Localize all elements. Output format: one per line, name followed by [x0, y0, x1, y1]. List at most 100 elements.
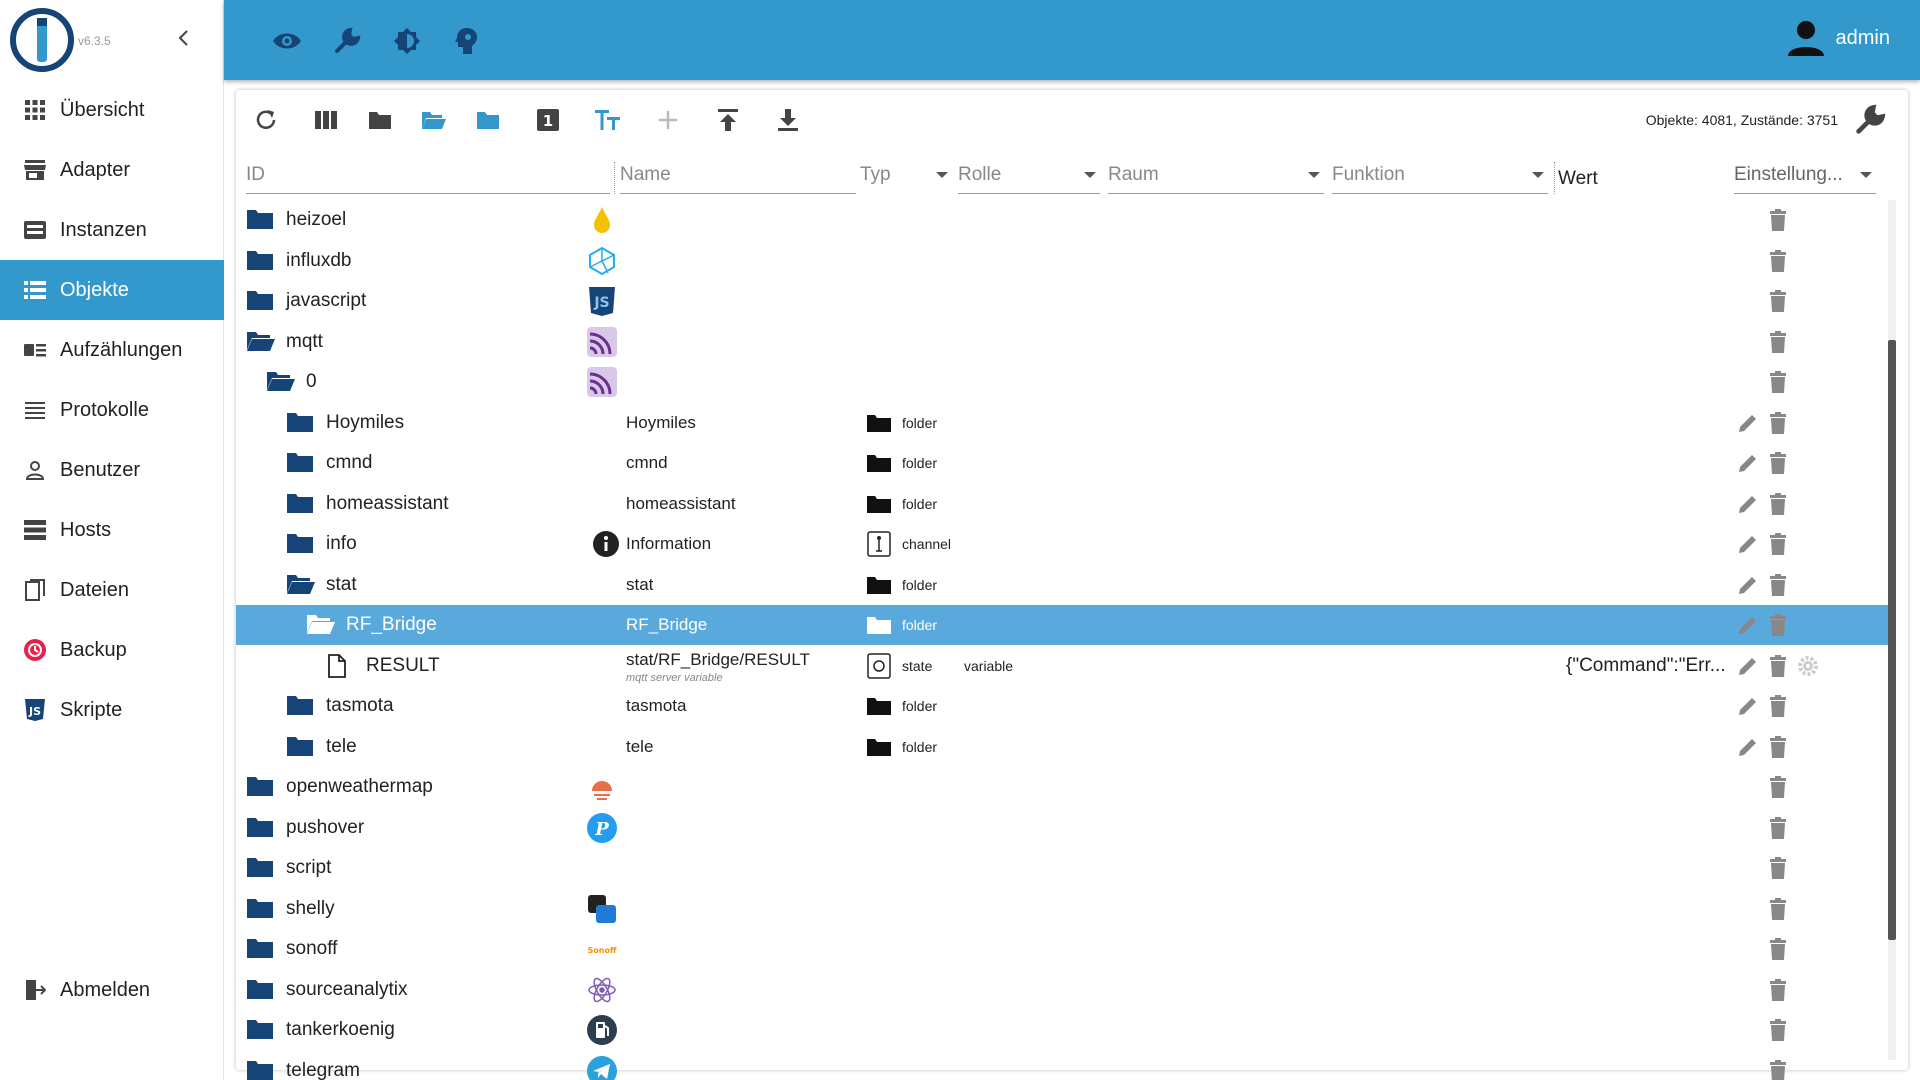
row-name[interactable]: homeassistant: [626, 494, 736, 514]
folder-open-icon[interactable]: [266, 370, 295, 394]
table-row[interactable]: sourceanalytix: [236, 970, 1890, 1010]
folder-icon[interactable]: [246, 937, 274, 961]
delete-icon[interactable]: [1766, 249, 1790, 273]
row-role[interactable]: variable: [964, 658, 1013, 674]
type-filter-select[interactable]: Typ: [860, 156, 952, 194]
sidebar-item-objekte[interactable]: Objekte: [0, 260, 224, 320]
logout[interactable]: Abmelden: [0, 960, 224, 1020]
sidebar-item-backup[interactable]: Backup: [0, 620, 224, 680]
delete-icon[interactable]: [1766, 937, 1790, 961]
table-row[interactable]: openweathermap: [236, 767, 1890, 807]
delete-icon[interactable]: [1766, 451, 1790, 475]
row-name[interactable]: Information: [626, 534, 711, 554]
scrollbar-thumb[interactable]: [1888, 340, 1896, 940]
function-filter-select[interactable]: Funktion: [1332, 156, 1548, 194]
brightness-icon[interactable]: [390, 24, 424, 58]
sidebar-item-adapter[interactable]: Adapter: [0, 140, 224, 200]
delete-icon[interactable]: [1766, 208, 1790, 232]
column-resizer[interactable]: [614, 162, 615, 194]
sidebar-item-protokolle[interactable]: Protokolle: [0, 380, 224, 440]
delete-icon[interactable]: [1766, 613, 1790, 637]
download-icon[interactable]: [772, 104, 804, 136]
gear-icon[interactable]: [1796, 654, 1820, 678]
folder-icon[interactable]: [286, 451, 314, 475]
row-name[interactable]: tasmota: [626, 696, 686, 716]
table-row[interactable]: shelly: [236, 889, 1890, 929]
add-icon[interactable]: [652, 104, 684, 136]
eye-icon[interactable]: [270, 24, 304, 58]
delete-icon[interactable]: [1766, 1018, 1790, 1042]
table-row[interactable]: pushover P: [236, 808, 1890, 848]
counter-icon[interactable]: 1: [532, 104, 564, 136]
table-row[interactable]: RF_Bridge RF_Bridge folder: [236, 605, 1890, 645]
chevron-left-icon[interactable]: [172, 26, 196, 50]
row-name[interactable]: cmnd: [626, 453, 668, 473]
folder-open-icon[interactable]: [286, 573, 315, 597]
role-filter-select[interactable]: Rolle: [958, 156, 1100, 194]
table-row[interactable]: Hoymiles Hoymiles folder: [236, 403, 1890, 443]
delete-icon[interactable]: [1766, 289, 1790, 313]
folder-icon[interactable]: [246, 249, 274, 273]
table-row[interactable]: heizoel: [236, 200, 1890, 240]
delete-icon[interactable]: [1766, 978, 1790, 1002]
edit-icon[interactable]: [1736, 694, 1760, 718]
columns-icon[interactable]: [310, 104, 342, 136]
head-icon[interactable]: [450, 24, 484, 58]
table-row[interactable]: influxdb: [236, 241, 1890, 281]
folder-icon[interactable]: [286, 492, 314, 516]
delete-icon[interactable]: [1766, 694, 1790, 718]
sidebar-item-benutzer[interactable]: Benutzer: [0, 440, 224, 500]
table-row[interactable]: RESULT stat/RF_Bridge/RESULT mqtt server v…: [236, 646, 1890, 686]
table-row[interactable]: sonoff Sonoff: [236, 929, 1890, 969]
table-row[interactable]: homeassistant homeassistant folder: [236, 484, 1890, 524]
table-row[interactable]: stat stat folder: [236, 565, 1890, 605]
folder-icon[interactable]: [246, 289, 274, 313]
table-row[interactable]: telegram: [236, 1051, 1890, 1080]
table-row[interactable]: script: [236, 848, 1890, 888]
delete-icon[interactable]: [1766, 573, 1790, 597]
folder-icon[interactable]: [246, 775, 274, 799]
row-name[interactable]: Hoymiles: [626, 413, 696, 433]
sidebar-item-hosts[interactable]: Hosts: [0, 500, 224, 560]
table-row[interactable]: tankerkoenig: [236, 1010, 1890, 1050]
folder-icon[interactable]: [364, 104, 396, 136]
sidebar-item-skripte[interactable]: JS Skripte: [0, 680, 224, 740]
folder-icon[interactable]: [246, 1018, 274, 1042]
edit-icon[interactable]: [1736, 573, 1760, 597]
text-size-icon[interactable]: [592, 104, 624, 136]
column-resizer[interactable]: [1554, 162, 1555, 194]
table-row[interactable]: mqtt: [236, 322, 1890, 362]
folder-icon[interactable]: [246, 897, 274, 921]
delete-icon[interactable]: [1766, 411, 1790, 435]
delete-icon[interactable]: [1766, 370, 1790, 394]
refresh-icon[interactable]: [250, 104, 282, 136]
delete-icon[interactable]: [1766, 735, 1790, 759]
delete-icon[interactable]: [1766, 897, 1790, 921]
wrench-icon[interactable]: [330, 24, 364, 58]
folder-icon[interactable]: [286, 735, 314, 759]
table-row[interactable]: javascript JS: [236, 281, 1890, 321]
folder-icon[interactable]: [286, 694, 314, 718]
folder-open-icon[interactable]: [246, 330, 275, 354]
name-filter-input[interactable]: Name: [620, 156, 856, 194]
edit-icon[interactable]: [1736, 411, 1760, 435]
delete-icon[interactable]: [1766, 492, 1790, 516]
folder-open-icon[interactable]: [306, 613, 335, 637]
folder-open-icon[interactable]: [418, 104, 450, 136]
sidebar-item-abmelden[interactable]: Abmelden: [0, 960, 224, 1020]
delete-icon[interactable]: [1766, 532, 1790, 556]
sidebar-item-uebersicht[interactable]: Übersicht: [0, 80, 224, 140]
wrench-icon[interactable]: [1854, 104, 1886, 136]
delete-icon[interactable]: [1766, 856, 1790, 880]
room-filter-select[interactable]: Raum: [1108, 156, 1324, 194]
row-value[interactable]: {"Command":"Err...: [1566, 655, 1726, 677]
table-row[interactable]: tasmota tasmota folder: [236, 686, 1890, 726]
folder-blue-icon[interactable]: [472, 104, 504, 136]
folder-icon[interactable]: [286, 411, 314, 435]
delete-icon[interactable]: [1766, 330, 1790, 354]
edit-icon[interactable]: [1736, 654, 1760, 678]
iobroker-logo[interactable]: [10, 8, 74, 72]
row-name[interactable]: stat: [626, 575, 653, 595]
edit-icon[interactable]: [1736, 492, 1760, 516]
delete-icon[interactable]: [1766, 1059, 1790, 1080]
